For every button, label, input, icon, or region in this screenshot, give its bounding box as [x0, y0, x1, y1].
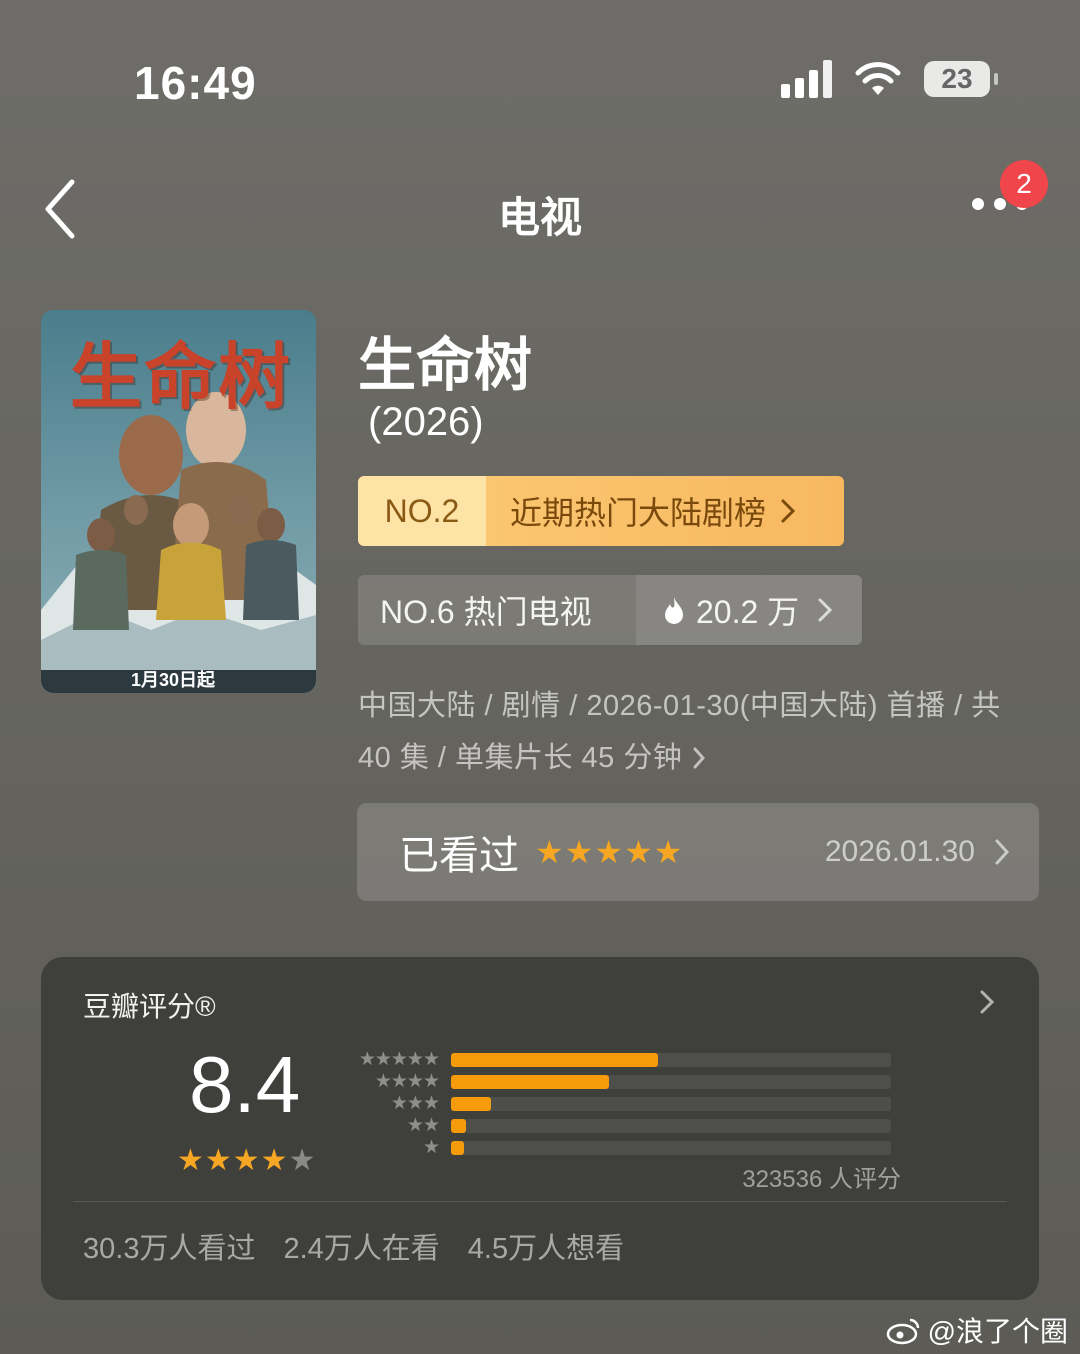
distribution-track — [451, 1075, 891, 1089]
chevron-right-icon — [980, 990, 995, 1014]
poster-title-text: 生命树 — [69, 334, 292, 419]
meta-line-2: 40 集 / 单集片长 45 分钟 — [358, 742, 683, 774]
hot-tv-rank-label: NO.6 热门电视 — [358, 575, 636, 645]
user-rating-stars: ★★★★★ — [535, 834, 684, 870]
hot-tv-rank-button[interactable]: NO.6 热门电视 20.2 万 — [358, 575, 862, 645]
watermark: @浪了个圈 — [886, 1310, 1068, 1350]
poster-image[interactable]: 生命树 1月30日起 — [41, 310, 316, 693]
meta-line-1: 中国大陆 / 剧情 / 2026-01-30(中国大陆) 首播 / 共 — [358, 690, 1001, 722]
heat-value-wrap: 20.2 万 — [636, 575, 862, 645]
watermark-text: @浪了个圈 — [927, 1316, 1068, 1347]
chevron-right-icon — [818, 598, 833, 622]
distribution-stars: ★ — [422, 1137, 440, 1158]
signal-icon — [781, 60, 832, 98]
watched-label: 已看过 — [399, 834, 519, 878]
status-time: 16:49 — [134, 57, 257, 109]
poster-date-text: 1月30日起 — [131, 670, 216, 690]
show-year: (2026) — [368, 400, 484, 444]
page-title: 电视 — [497, 194, 582, 241]
distribution-stars: ★★★ — [390, 1093, 440, 1114]
douban-rating-card[interactable]: 豆瓣评分® 8.4 ★★★★★ ★★★★★ ★★★★ ★★★ ★★ ★ 323536 人… — [41, 957, 1039, 1300]
status-icons: 23 — [781, 60, 998, 98]
distribution-bar — [451, 1053, 658, 1067]
chevron-right-icon — [693, 747, 706, 769]
wifi-icon — [855, 62, 901, 95]
distribution-row: ★★ — [341, 1115, 891, 1137]
distribution-track — [451, 1097, 891, 1111]
rank-chart-button[interactable]: NO.2 近期热门大陆剧榜 — [358, 476, 844, 546]
meta-line-2-wrap: 40 集 / 单集片长 45 分钟 — [358, 732, 1048, 784]
weibo-icon — [886, 1318, 919, 1345]
watched-status-button[interactable]: 已看过 ★★★★★ 2026.01.30 — [357, 803, 1039, 901]
distribution-row: ★ — [341, 1137, 891, 1159]
rank-chart-label: 近期热门大陆剧榜 — [510, 495, 767, 531]
distribution-row: ★★★★ — [341, 1071, 891, 1093]
distribution-track — [451, 1119, 891, 1133]
stat-watching: 2.4万人在看 — [283, 1233, 440, 1265]
distribution-stars: ★★ — [406, 1115, 440, 1136]
card-divider — [73, 1201, 1007, 1202]
watched-date: 2026.01.30 — [824, 835, 975, 868]
rating-distribution: ★★★★★ ★★★★ ★★★ ★★ ★ — [341, 1049, 891, 1159]
audience-stats: 30.3万人看过 2.4万人在看 4.5万人想看 — [83, 1225, 624, 1267]
rank-number: NO.2 — [358, 476, 486, 546]
distribution-row: ★★★ — [341, 1093, 891, 1115]
distribution-stars: ★★★★★ — [358, 1049, 440, 1070]
notification-badge: 2 — [1000, 160, 1048, 208]
distribution-bar — [451, 1119, 467, 1133]
show-meta[interactable]: 中国大陆 / 剧情 / 2026-01-30(中国大陆) 首播 / 共 40 集… — [358, 680, 1048, 784]
battery-icon: 23 — [924, 61, 998, 97]
distribution-track — [451, 1053, 891, 1067]
flame-icon — [665, 597, 683, 624]
distribution-bar — [451, 1097, 491, 1111]
distribution-track — [451, 1141, 891, 1155]
rating-stars: ★★★★★ — [177, 1144, 317, 1177]
distribution-stars: ★★★★ — [374, 1071, 440, 1092]
rank-chart-label-wrap: 近期热门大陆剧榜 — [486, 476, 844, 546]
chevron-right-icon — [781, 499, 796, 523]
show-title: 生命树 — [358, 333, 533, 398]
stat-watched: 30.3万人看过 — [83, 1233, 256, 1265]
heat-value: 20.2 万 — [696, 594, 800, 630]
distribution-bar — [451, 1075, 610, 1089]
distribution-bar — [451, 1141, 465, 1155]
distribution-row: ★★★★★ — [341, 1049, 891, 1071]
chevron-right-icon — [995, 839, 1010, 865]
stat-want: 4.5万人想看 — [467, 1233, 625, 1265]
rating-card-title: 豆瓣评分® — [83, 991, 216, 1022]
rating-score: 8.4 — [189, 1040, 301, 1129]
rating-count: 323536 人评分 — [742, 1166, 901, 1193]
